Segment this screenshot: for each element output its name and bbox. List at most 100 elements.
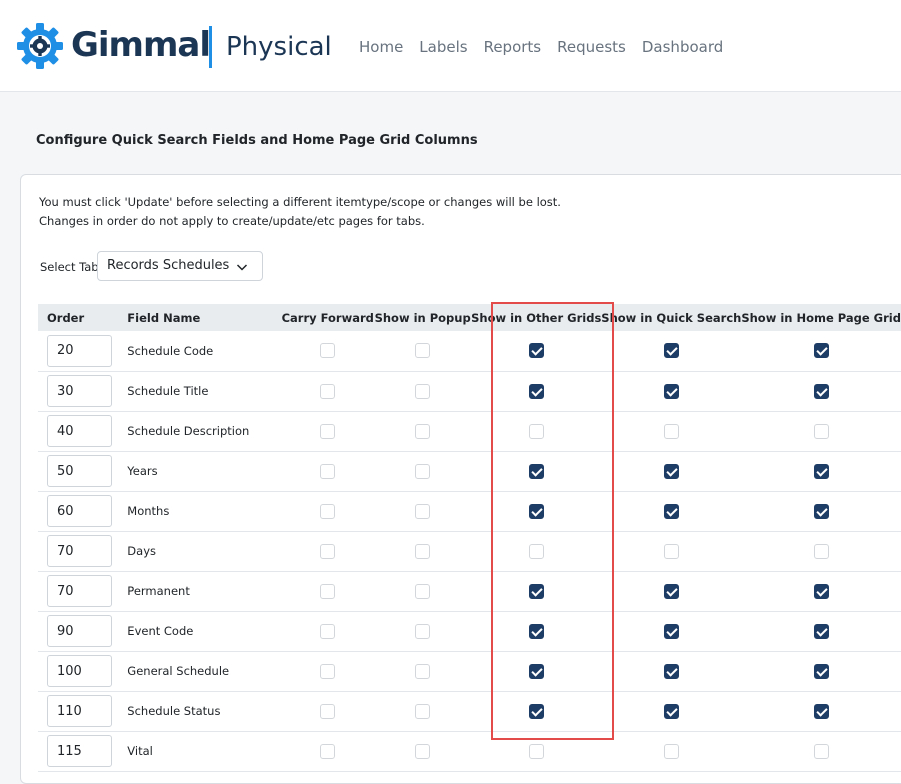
- show-in-other-grids-checkbox[interactable]: [528, 663, 544, 679]
- carry-forward-checkbox[interactable]: [320, 703, 336, 719]
- show-in-home-page-grid-checkbox[interactable]: [813, 583, 829, 599]
- show-in-home-page-grid-checkbox[interactable]: [813, 623, 829, 639]
- show-in-quick-search-checkbox[interactable]: [663, 743, 679, 759]
- nav-reports[interactable]: Reports: [484, 36, 542, 58]
- show-in-quick-search-cell: [601, 611, 741, 651]
- show-in-quick-search-checkbox[interactable]: [663, 583, 679, 599]
- show-in-quick-search-checkbox[interactable]: [663, 463, 679, 479]
- carry-forward-checkbox[interactable]: [320, 543, 336, 559]
- show-in-other-grids-cell: [471, 651, 601, 691]
- carry-forward-cell: [281, 531, 374, 571]
- show-in-home-page-grid-checkbox[interactable]: [813, 463, 829, 479]
- show-in-other-grids-checkbox[interactable]: [528, 383, 544, 399]
- col-header-show-in-home-page-grid[interactable]: Show in Home Page Grid: [741, 304, 901, 331]
- show-in-home-page-grid-checkbox[interactable]: [813, 743, 829, 759]
- show-in-quick-search-checkbox[interactable]: [663, 663, 679, 679]
- show-in-quick-search-checkbox[interactable]: [663, 543, 679, 559]
- show-in-popup-checkbox[interactable]: [415, 463, 431, 479]
- carry-forward-checkbox[interactable]: [320, 663, 336, 679]
- nav-labels[interactable]: Labels: [419, 36, 467, 58]
- show-in-other-grids-checkbox[interactable]: [528, 703, 544, 719]
- show-in-quick-search-checkbox[interactable]: [663, 503, 679, 519]
- carry-forward-checkbox[interactable]: [320, 463, 336, 479]
- col-header-show-in-popup[interactable]: Show in Popup: [374, 304, 471, 331]
- field-name: Schedule Status: [127, 704, 221, 718]
- field-name: Months: [127, 504, 170, 518]
- show-in-popup-checkbox[interactable]: [415, 543, 431, 559]
- show-in-home-page-grid-checkbox[interactable]: [813, 703, 829, 719]
- carry-forward-checkbox[interactable]: [320, 383, 336, 399]
- show-in-home-page-grid-checkbox[interactable]: [813, 343, 829, 359]
- nav-home[interactable]: Home: [359, 36, 403, 58]
- show-in-popup-cell: [374, 331, 471, 371]
- table-row: Months: [38, 491, 901, 531]
- show-in-quick-search-checkbox[interactable]: [663, 343, 679, 359]
- show-in-home-page-grid-checkbox[interactable]: [813, 383, 829, 399]
- nav-dashboard[interactable]: Dashboard: [642, 36, 723, 58]
- show-in-other-grids-checkbox[interactable]: [528, 743, 544, 759]
- col-header-field-name[interactable]: Field Name: [118, 304, 281, 331]
- show-in-home-page-grid-checkbox[interactable]: [813, 663, 829, 679]
- show-in-popup-checkbox[interactable]: [415, 383, 431, 399]
- show-in-popup-checkbox[interactable]: [415, 583, 431, 599]
- show-in-quick-search-checkbox[interactable]: [663, 623, 679, 639]
- show-in-home-page-grid-checkbox[interactable]: [813, 503, 829, 519]
- show-in-quick-search-checkbox[interactable]: [663, 383, 679, 399]
- order-input[interactable]: [47, 695, 112, 727]
- carry-forward-checkbox[interactable]: [320, 343, 336, 359]
- show-in-popup-checkbox[interactable]: [415, 423, 431, 439]
- show-in-popup-checkbox[interactable]: [415, 743, 431, 759]
- col-header-show-in-quick-search[interactable]: Show in Quick Search: [601, 304, 741, 331]
- show-in-popup-checkbox[interactable]: [415, 343, 431, 359]
- show-in-popup-checkbox[interactable]: [415, 663, 431, 679]
- show-in-quick-search-cell: [601, 371, 741, 411]
- col-header-carry-forward[interactable]: Carry Forward: [281, 304, 374, 331]
- show-in-popup-cell: [374, 611, 471, 651]
- show-in-other-grids-checkbox[interactable]: [528, 503, 544, 519]
- show-in-quick-search-checkbox[interactable]: [663, 423, 679, 439]
- order-input[interactable]: [47, 375, 112, 407]
- show-in-other-grids-cell: [471, 531, 601, 571]
- show-in-other-grids-cell: [471, 611, 601, 651]
- table-row: Schedule Status: [38, 691, 901, 731]
- show-in-quick-search-checkbox[interactable]: [663, 703, 679, 719]
- show-in-popup-checkbox[interactable]: [415, 703, 431, 719]
- col-header-show-in-other-grids[interactable]: Show in Other Grids: [471, 304, 601, 331]
- carry-forward-cell: [281, 331, 374, 371]
- order-input[interactable]: [47, 334, 112, 367]
- carry-forward-checkbox[interactable]: [320, 503, 336, 519]
- show-in-other-grids-checkbox[interactable]: [528, 583, 544, 599]
- show-in-home-page-grid-checkbox[interactable]: [813, 543, 829, 559]
- carry-forward-checkbox[interactable]: [320, 423, 336, 439]
- select-tab-dropdown[interactable]: Records Schedules: [97, 251, 263, 281]
- show-in-other-grids-cell: [471, 571, 601, 611]
- order-input[interactable]: [47, 575, 112, 607]
- order-input[interactable]: [47, 535, 112, 567]
- carry-forward-cell: [281, 691, 374, 731]
- carry-forward-checkbox[interactable]: [320, 743, 336, 759]
- field-name: General Schedule: [127, 664, 230, 678]
- order-input[interactable]: [47, 615, 112, 647]
- order-input[interactable]: [47, 415, 112, 447]
- show-in-popup-checkbox[interactable]: [415, 623, 431, 639]
- show-in-other-grids-cell: [471, 371, 601, 411]
- show-in-other-grids-checkbox[interactable]: [528, 423, 544, 439]
- show-in-other-grids-checkbox[interactable]: [528, 463, 544, 479]
- order-input[interactable]: [47, 735, 112, 767]
- show-in-other-grids-checkbox[interactable]: [528, 543, 544, 559]
- order-input[interactable]: [47, 455, 112, 487]
- carry-forward-checkbox[interactable]: [320, 623, 336, 639]
- show-in-other-grids-checkbox[interactable]: [528, 623, 544, 639]
- carry-forward-cell: [281, 651, 374, 691]
- carry-forward-checkbox[interactable]: [320, 583, 336, 599]
- show-in-home-page-grid-checkbox[interactable]: [813, 423, 829, 439]
- order-input[interactable]: [47, 655, 112, 687]
- order-input[interactable]: [47, 495, 112, 527]
- col-header-order[interactable]: Order: [38, 304, 118, 331]
- show-in-home-page-grid-cell: [741, 611, 901, 651]
- nav-requests[interactable]: Requests: [557, 36, 626, 58]
- show-in-other-grids-checkbox[interactable]: [528, 343, 544, 359]
- brand-divider: [209, 26, 212, 68]
- show-in-popup-cell: [374, 451, 471, 491]
- show-in-popup-checkbox[interactable]: [415, 503, 431, 519]
